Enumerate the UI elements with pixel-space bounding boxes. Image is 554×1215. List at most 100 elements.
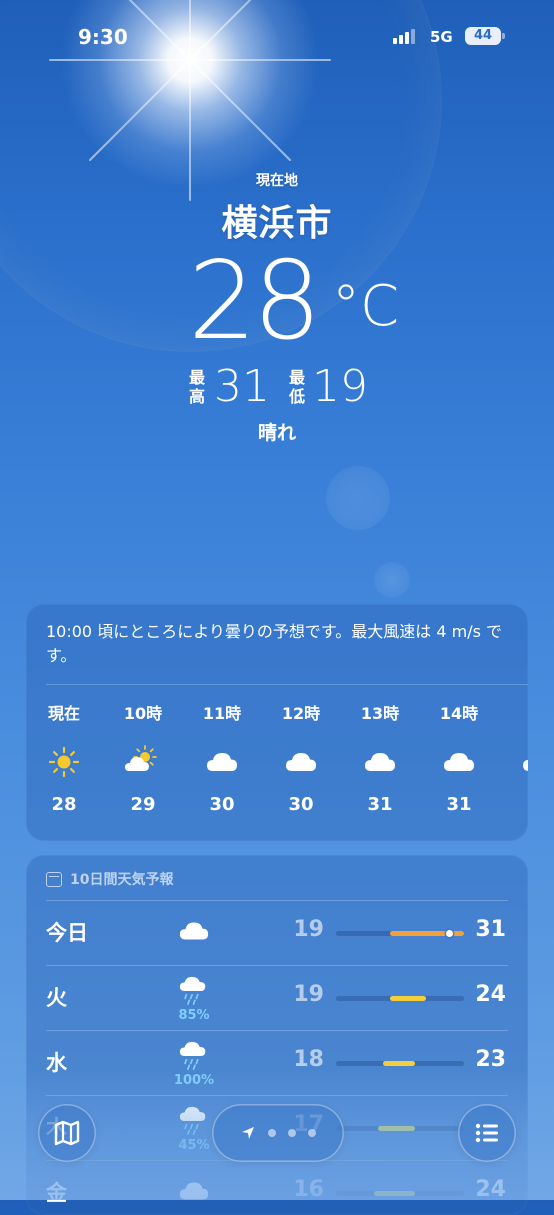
- hourly-forecast-card[interactable]: 10:00 頃にところにより曇りの予想です。最大風速は 4 m/s です。 現在…: [26, 604, 528, 841]
- temperature-range-fill: [389, 996, 426, 1001]
- hour-item: 13時 31: [345, 700, 415, 815]
- daily-title: 10日間天気予報: [70, 872, 174, 888]
- battery-icon: 44: [465, 27, 501, 45]
- hour-label: 10時: [123, 704, 163, 723]
- daily-row[interactable]: 水 100% 18 23: [26, 1030, 528, 1095]
- hour-temp: 28: [51, 794, 77, 815]
- temperature-range-fill: [389, 931, 464, 936]
- high-label: 最高: [188, 368, 205, 406]
- forecast-summary: 10:00 頃にところにより曇りの予想です。最大風速は 4 m/s です。: [46, 622, 503, 665]
- calendar-icon: [46, 871, 62, 887]
- day-name: 今日: [46, 921, 88, 945]
- hour-label: 11時: [202, 704, 242, 723]
- daily-row[interactable]: 今日 19 31: [26, 900, 528, 967]
- map-button[interactable]: [38, 1104, 96, 1162]
- page-dot: [288, 1129, 296, 1137]
- hour-item: 11時 30: [187, 700, 257, 815]
- lens-flare: [374, 562, 410, 598]
- network-type: 5G: [430, 28, 453, 46]
- low-temp: 19: [293, 982, 324, 1007]
- status-bar: 9:30 5G 44: [0, 22, 554, 52]
- low-label: 最低: [288, 368, 305, 406]
- hour-temp: 31: [446, 794, 472, 815]
- divider: [46, 684, 528, 685]
- hour-item: 15 3: [503, 700, 528, 815]
- current-temperature: 28 °C: [0, 242, 554, 362]
- day-weather: [164, 915, 224, 967]
- divider: [46, 965, 508, 966]
- divider: [46, 900, 508, 901]
- location-label: 現在地: [256, 173, 298, 189]
- list-button[interactable]: [458, 1104, 516, 1162]
- temperature-range-bar: [336, 1126, 464, 1131]
- hour-temp: 29: [130, 794, 156, 815]
- cloud-icon: [503, 742, 528, 782]
- low-temp: 16: [293, 1177, 324, 1202]
- high-temp: 24: [475, 982, 506, 1007]
- rain-icon: [178, 1104, 210, 1140]
- daily-row[interactable]: 金 16 24: [26, 1160, 528, 1215]
- high-value: 31: [214, 361, 270, 412]
- cloud-icon: [178, 1175, 210, 1211]
- cloud-icon: [424, 742, 494, 782]
- daily-row[interactable]: 火 85% 19 24: [26, 965, 528, 1030]
- temperature-range-fill: [383, 1061, 416, 1066]
- high-temp: 31: [475, 917, 506, 942]
- temperature-value: 28: [188, 239, 321, 364]
- day-name: 金: [46, 1181, 67, 1205]
- sun-icon: [29, 742, 99, 782]
- precipitation-chance: 45%: [178, 1138, 210, 1153]
- hour-temp: 30: [209, 794, 235, 815]
- hour-label: 現在: [47, 704, 80, 723]
- low-temp: 18: [293, 1047, 324, 1072]
- rain-icon: [178, 1039, 210, 1075]
- hour-label: 14時: [439, 704, 479, 723]
- hour-item: 14時 31: [424, 700, 494, 815]
- lens-flare: [326, 466, 390, 530]
- hour-temp: 3: [503, 794, 528, 815]
- cloud-icon: [178, 915, 210, 951]
- page-dot: [268, 1129, 276, 1137]
- location-arrow-icon: [242, 1127, 254, 1139]
- temperature-range-fill: [378, 1126, 416, 1131]
- cellular-signal-icon: [393, 28, 419, 44]
- temperature-range-bar: [336, 1061, 464, 1066]
- divider: [46, 1030, 508, 1031]
- map-icon: [54, 1120, 80, 1146]
- cloud-icon: [187, 742, 257, 782]
- precipitation-chance: 100%: [173, 1073, 215, 1088]
- cloud-icon: [266, 742, 336, 782]
- day-weather: [164, 1175, 224, 1215]
- high-temp: 23: [475, 1047, 506, 1072]
- hour-item: 10時 29: [108, 700, 178, 815]
- hour-label: 13時: [360, 704, 400, 723]
- cloud-icon: [345, 742, 415, 782]
- hour-label: 15: [503, 700, 528, 722]
- hour-item: 12時 30: [266, 700, 336, 815]
- hour-label: 12時: [281, 704, 321, 723]
- low-temp: 19: [293, 917, 324, 942]
- daily-header: 10日間天気予報: [46, 869, 173, 889]
- precipitation-chance: 85%: [178, 1008, 210, 1023]
- temperature-range-bar: [336, 930, 464, 937]
- divider: [46, 1095, 508, 1096]
- hour-item: 現在 28: [29, 700, 99, 815]
- rain-icon: [178, 974, 210, 1010]
- temperature-unit: °C: [332, 274, 400, 339]
- battery-cap: [502, 33, 505, 39]
- current-temp-marker: [445, 930, 453, 937]
- temperature-range-bar: [336, 1191, 464, 1196]
- page-dot: [308, 1129, 316, 1137]
- current-weather: 現在地 横浜市 28 °C 最高 31 最低 19 晴れ: [0, 170, 554, 445]
- day-weather: 100%: [164, 1039, 224, 1091]
- list-icon: [475, 1123, 498, 1143]
- day-weather: 85%: [164, 974, 224, 1026]
- day-name: 火: [46, 986, 67, 1010]
- hour-temp: 31: [367, 794, 393, 815]
- hour-temp: 30: [288, 794, 314, 815]
- partly-cloudy-icon: [108, 742, 178, 782]
- day-name: 水: [46, 1051, 67, 1075]
- page-indicator[interactable]: [212, 1104, 344, 1162]
- status-time: 9:30: [78, 25, 128, 49]
- low-value: 19: [312, 361, 368, 412]
